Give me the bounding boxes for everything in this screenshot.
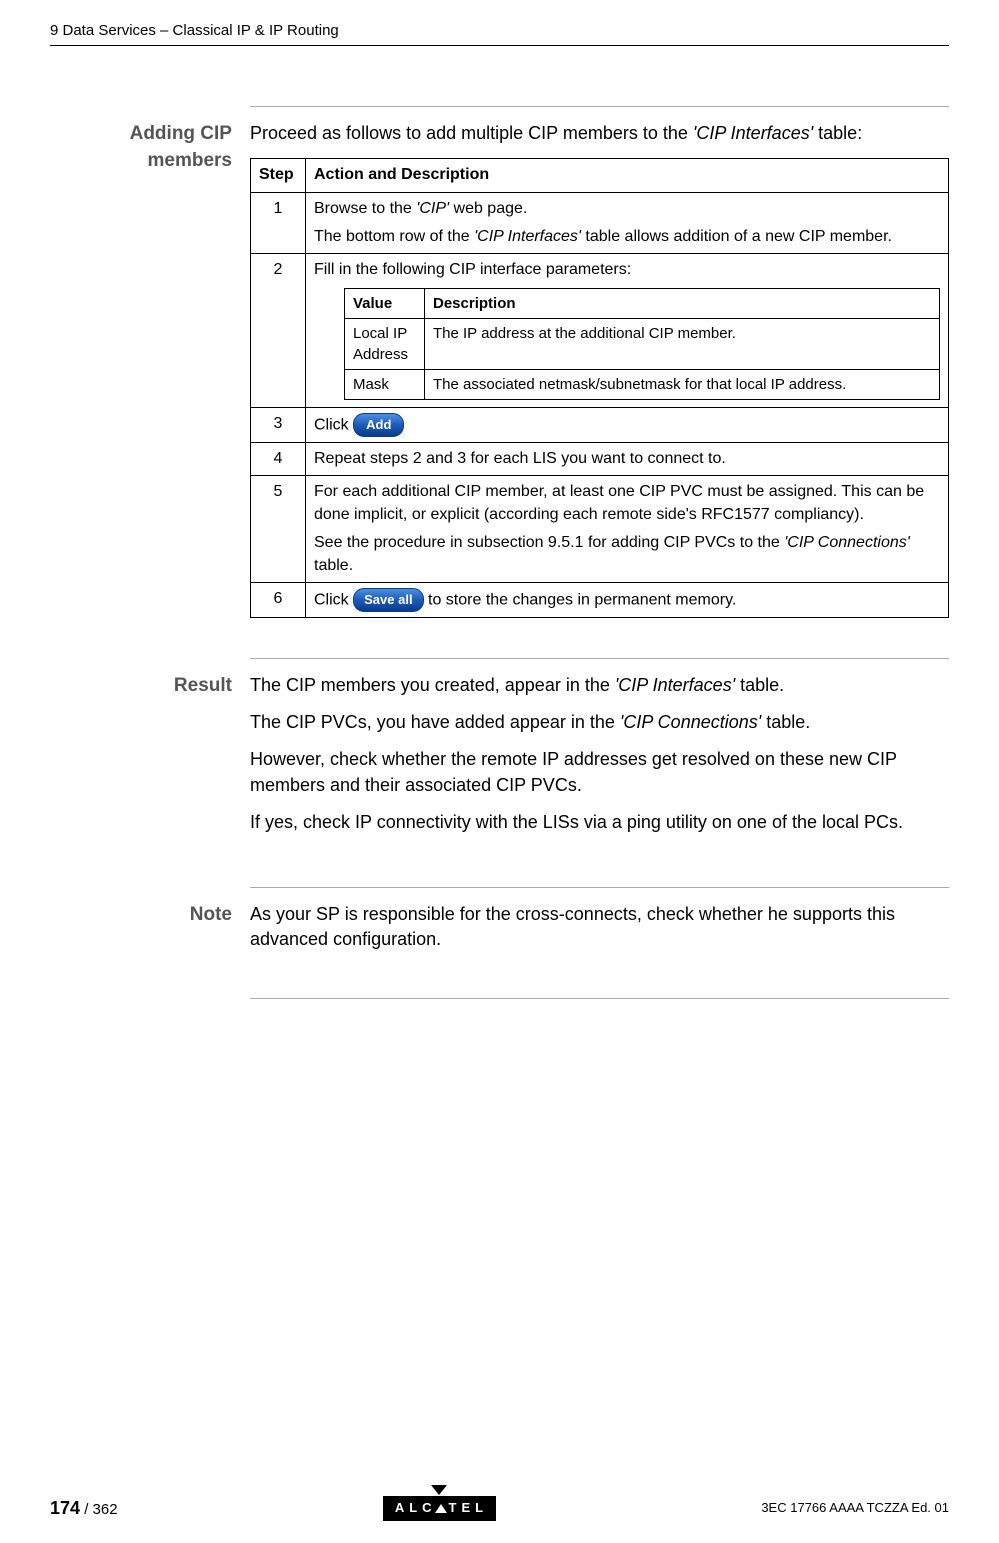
result-p1-post: table. [735, 675, 784, 695]
step5-p1: For each additional CIP member, at least… [314, 481, 940, 526]
logo-triangle-inner-icon [435, 1504, 447, 1513]
steps-head-step: Step [251, 159, 306, 192]
section-body-note: As your SP is responsible for the cross-… [250, 902, 949, 964]
step6-post: to store the changes in permanent memory… [428, 591, 736, 608]
adding-intro-post: table: [813, 123, 862, 143]
step1-l2-em: 'CIP Interfaces' [474, 228, 581, 245]
note-text: As your SP is responsible for the cross-… [250, 902, 949, 952]
result-p2: The CIP PVCs, you have added appear in t… [250, 710, 949, 735]
add-button[interactable]: Add [353, 413, 404, 437]
step3-click: Click [314, 416, 353, 433]
step1-l2-pre: The bottom row of the [314, 228, 474, 245]
step3-desc: Click Add [306, 407, 949, 442]
adding-intro: Proceed as follows to add multiple CIP m… [250, 121, 949, 146]
inner-r2-desc: The associated netmask/subnetmask for th… [425, 369, 940, 399]
section-result: Result The CIP members you created, appe… [250, 658, 949, 847]
result-p3: However, check whether the remote IP add… [250, 747, 949, 797]
result-p2-pre: The CIP PVCs, you have added appear in t… [250, 712, 620, 732]
step2-desc: Fill in the following CIP interface para… [306, 254, 949, 407]
step6-desc: Click Save all to store the changes in p… [306, 582, 949, 617]
result-p4: If yes, check IP connectivity with the L… [250, 810, 949, 835]
inner-r1-desc: The IP address at the additional CIP mem… [425, 318, 940, 369]
page-number: 174 / 362 [50, 1496, 118, 1521]
section-note: Note As your SP is responsible for the c… [250, 887, 949, 999]
logo-triangle-top-icon [431, 1485, 447, 1495]
step4-num: 4 [251, 442, 306, 475]
step1-desc: Browse to the 'CIP' web page. The bottom… [306, 192, 949, 254]
adding-intro-pre: Proceed as follows to add multiple CIP m… [250, 123, 693, 143]
steps-table: Step Action and Description 1 Browse to … [250, 158, 949, 618]
result-p1-em: 'CIP Interfaces' [615, 675, 735, 695]
section-body-result: The CIP members you created, appear in t… [250, 673, 949, 847]
step6-click: Click [314, 591, 349, 608]
logo-text-left: ALC [395, 1499, 437, 1517]
step4-desc: Repeat steps 2 and 3 for each LIS you wa… [306, 442, 949, 475]
document-id: 3EC 17766 AAAA TCZZA Ed. 01 [761, 1499, 949, 1517]
inner-head-value: Value [345, 288, 425, 318]
result-p1: The CIP members you created, appear in t… [250, 673, 949, 698]
result-p2-post: table. [761, 712, 810, 732]
logo-text-right: TEL [449, 1499, 489, 1517]
step5-desc: For each additional CIP member, at least… [306, 476, 949, 583]
step1-num: 1 [251, 192, 306, 254]
inner-r2-value: Mask [345, 369, 425, 399]
step5-p2-post: table. [314, 557, 353, 574]
step5-p2-pre: See the procedure in subsection 9.5.1 fo… [314, 534, 784, 551]
step2-num: 2 [251, 254, 306, 407]
page-number-current: 174 [50, 1498, 80, 1518]
step2-intro: Fill in the following CIP interface para… [314, 261, 631, 278]
alcatel-logo: ALC TEL [383, 1496, 496, 1520]
step3-num: 3 [251, 407, 306, 442]
page-header: 9 Data Services – Classical IP & IP Rout… [50, 20, 949, 46]
save-all-button[interactable]: Save all [353, 588, 423, 612]
page-footer: 174 / 362 ALC TEL 3EC 17766 AAAA TCZZA Ed… [50, 1496, 949, 1521]
page-number-total: / 362 [80, 1501, 118, 1518]
step1-l1-pre: Browse to the [314, 200, 416, 217]
step5-p2-em: 'CIP Connections' [784, 534, 910, 551]
section-label-result: Result [55, 673, 250, 847]
inner-params-table: Value Description Local IP Address The I… [344, 288, 940, 400]
inner-head-desc: Description [425, 288, 940, 318]
result-p1-pre: The CIP members you created, appear in t… [250, 675, 615, 695]
result-p2-em: 'CIP Connections' [620, 712, 761, 732]
step5-num: 5 [251, 476, 306, 583]
steps-head-action: Action and Description [306, 159, 949, 192]
section-label-note: Note [55, 902, 250, 964]
section-body-adding: Proceed as follows to add multiple CIP m… [250, 121, 949, 618]
step6-num: 6 [251, 582, 306, 617]
inner-r1-value: Local IP Address [345, 318, 425, 369]
section-adding-cip: Adding CIP members Proceed as follows to… [250, 106, 949, 618]
step1-l1-em: 'CIP' [416, 200, 449, 217]
section-label-adding: Adding CIP members [55, 121, 250, 618]
step1-l2-post: table allows addition of a new CIP membe… [581, 228, 892, 245]
adding-intro-em: 'CIP Interfaces' [693, 123, 813, 143]
step1-l1-post: web page. [449, 200, 527, 217]
